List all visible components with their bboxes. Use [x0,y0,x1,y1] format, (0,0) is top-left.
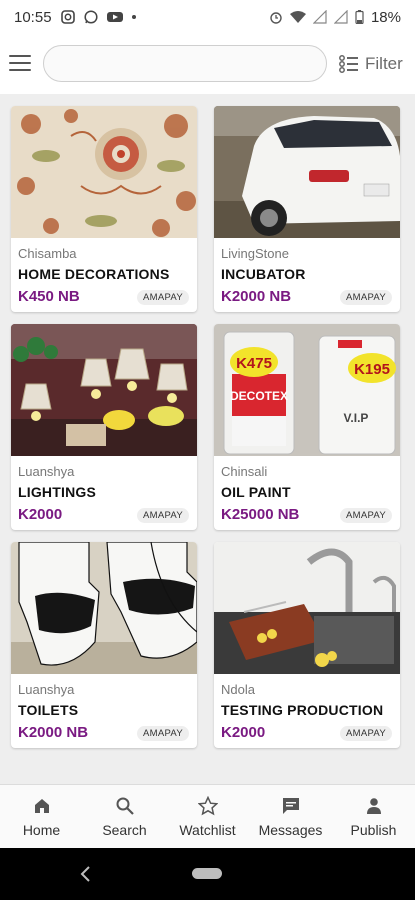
listing-card[interactable]: LivingStone INCUBATOR K2000 NB AMAPAY [214,106,400,312]
payment-badge: AMAPAY [137,290,189,305]
listing-price: K450 NB [18,288,80,305]
listing-price: K2000 [221,724,266,741]
signal-icon [312,10,327,24]
nav-home-label: Home [22,822,61,838]
paint-brand-label: DECOTEX [230,389,288,403]
listing-location: Luanshya [18,682,75,697]
signal-icon-2 [333,10,348,24]
status-time: 10:55 [14,8,52,26]
nav-messages[interactable]: Messages [249,785,332,849]
nav-watchlist-label: Watchlist [179,822,236,838]
listing-image [214,106,400,238]
whatsapp-icon [83,10,98,24]
listing-title: OIL PAINT [221,484,291,500]
search-input[interactable] [43,45,327,82]
star-icon [197,796,218,816]
notification-dot [131,15,136,19]
payment-badge: AMAPAY [340,508,392,523]
battery-icon [355,10,364,24]
listing-image: DECOTEX K475 K195 V.I.P [214,324,400,456]
listing-location: Chisamba [18,246,77,261]
filter-icon [339,55,358,73]
listing-title: HOME DECORATIONS [18,266,170,282]
listing-title: TESTING PRODUCTION [221,702,384,718]
youtube-icon [106,12,123,22]
listing-price: K2000 [18,506,63,523]
listing-image [214,542,400,674]
listing-location: Ndola [221,682,255,697]
nav-messages-label: Messages [258,822,323,838]
listing-image [11,106,197,238]
paint-price-tag-1: K475 [236,355,272,372]
bottom-nav: Home Search Watchlist Messages Publish [0,784,415,849]
listing-location: Chinsali [221,464,268,479]
nav-home[interactable]: Home [0,785,83,849]
listing-price: K25000 NB [221,506,300,523]
paint-label-vip: V.I.P [344,411,369,425]
alarm-icon [270,12,282,24]
listing-price: K2000 NB [221,288,292,305]
home-pill[interactable] [192,868,222,879]
person-icon [366,798,381,814]
payment-badge: AMAPAY [137,508,189,523]
listing-title: INCUBATOR [221,266,306,282]
listing-location: Luanshya [18,464,75,479]
filter-button[interactable]: Filter [339,50,403,78]
listing-card[interactable]: DECOTEX K475 K195 V.I.P Chinsali OIL PAI… [214,324,400,530]
filter-label: Filter [365,54,403,73]
listing-card[interactable]: Luanshya LIGHTINGS K2000 AMAPAY [11,324,197,530]
listing-grid: Chisamba HOME DECORATIONS K450 NB AMAPAY… [0,94,415,784]
home-icon [34,799,49,813]
nav-publish-label: Publish [350,822,397,838]
nav-publish[interactable]: Publish [332,785,415,849]
listing-title: TOILETS [18,702,79,718]
nav-search[interactable]: Search [83,785,166,849]
wifi-icon [289,11,306,23]
nav-watchlist[interactable]: Watchlist [166,785,249,849]
listing-image [11,324,197,456]
payment-badge: AMAPAY [340,290,392,305]
listing-title: LIGHTINGS [18,484,97,500]
listing-card[interactable]: Chisamba HOME DECORATIONS K450 NB AMAPAY [11,106,197,312]
status-bar: 10:55 18% [0,0,415,34]
listing-card[interactable]: Ndola TESTING PRODUCTION K2000 AMAPAY [214,542,400,748]
listing-image [11,542,197,674]
paint-price-tag-2: K195 [354,361,390,378]
back-icon[interactable] [78,865,94,883]
menu-icon[interactable] [9,55,31,73]
message-icon [282,798,299,814]
listing-location: LivingStone [221,246,289,261]
app-header: Filter [0,34,415,94]
payment-badge: AMAPAY [137,726,189,741]
search-icon [116,797,134,815]
listing-card[interactable]: Luanshya TOILETS K2000 NB AMAPAY [11,542,197,748]
battery-percent: 18% [370,8,401,26]
listing-price: K2000 NB [18,724,89,741]
nav-search-label: Search [102,822,147,838]
system-nav-bar [0,848,415,900]
instagram-icon [60,10,75,24]
payment-badge: AMAPAY [340,726,392,741]
